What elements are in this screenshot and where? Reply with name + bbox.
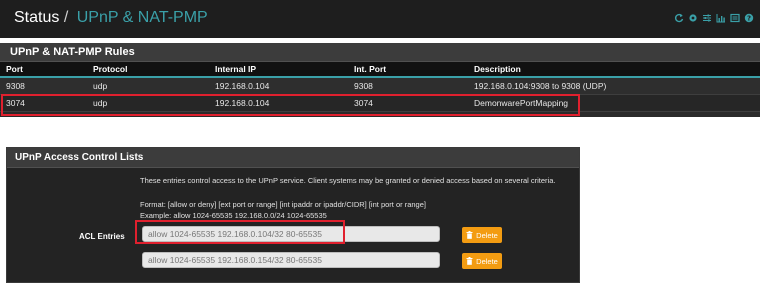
cell-protocol: udp — [87, 94, 209, 112]
delete-button-label: Delete — [476, 256, 498, 266]
table-row: 3074 udp 192.168.0.104 3074 DemonwarePor… — [0, 94, 760, 112]
col-port: Port — [0, 62, 87, 78]
cell-internal-ip: 192.168.0.104 — [209, 94, 348, 112]
list-icon[interactable] — [730, 13, 740, 23]
chart-icon[interactable] — [716, 13, 726, 23]
acl-format-help: Format: [allow or deny] [ext port or ran… — [140, 199, 426, 221]
acl-entry-input[interactable]: allow 1024-65535 192.168.0.104/32 80-655… — [142, 226, 440, 242]
acl-panel-title: UPnP Access Control Lists — [7, 148, 579, 168]
trash-icon — [466, 257, 473, 265]
breadcrumb: Status / UPnP & NAT-PMP — [14, 9, 208, 27]
acl-entries-label: ACL Entries — [79, 232, 125, 241]
cell-int-port: 3074 — [348, 94, 468, 112]
cell-int-port: 9308 — [348, 77, 468, 95]
sliders-icon[interactable] — [702, 13, 712, 23]
col-internal-ip: Internal IP — [209, 62, 348, 78]
delete-button-label: Delete — [476, 230, 498, 240]
col-protocol: Protocol — [87, 62, 209, 78]
rules-panel-title: UPnP & NAT-PMP Rules — [0, 43, 760, 62]
cell-internal-ip: 192.168.0.104 — [209, 77, 348, 95]
rules-header-row: Port Protocol Internal IP Int. Port Desc… — [0, 62, 760, 78]
col-int-port: Int. Port — [348, 62, 468, 78]
col-description: Description — [468, 62, 760, 78]
cell-port: 9308 — [0, 77, 87, 95]
acl-help-text: These entries control access to the UPnP… — [140, 176, 556, 185]
table-row: 9308 udp 192.168.0.104 9308 192.168.0.10… — [0, 77, 760, 95]
breadcrumb-section[interactable]: Status — [14, 9, 59, 26]
acl-example-text: Example: allow 1024-65535 192.168.0.0/24… — [140, 211, 327, 220]
help-icon[interactable]: ? — [744, 13, 754, 23]
acl-format-text: Format: [allow or deny] [ext port or ran… — [140, 200, 426, 209]
cell-description: DemonwarePortMapping — [468, 94, 760, 112]
cell-port: 3074 — [0, 94, 87, 112]
trash-icon — [466, 231, 473, 239]
delete-button[interactable]: Delete — [462, 227, 502, 243]
svg-text:?: ? — [747, 15, 751, 23]
breadcrumb-separator: / — [63, 9, 69, 26]
settings-icon[interactable] — [688, 13, 698, 23]
breadcrumb-current[interactable]: UPnP & NAT-PMP — [77, 9, 208, 26]
acl-entry-input[interactable]: allow 1024-65535 192.168.0.154/32 80-655… — [142, 252, 440, 268]
rules-table: Port Protocol Internal IP Int. Port Desc… — [0, 62, 760, 112]
refresh-icon[interactable] — [674, 13, 684, 23]
cell-description: 192.168.0.104:9308 to 9308 (UDP) — [468, 77, 760, 95]
toolbar-icons: ? — [674, 13, 754, 23]
cell-protocol: udp — [87, 77, 209, 95]
acl-panel: UPnP Access Control Lists These entries … — [6, 147, 580, 283]
delete-button[interactable]: Delete — [462, 253, 502, 269]
top-bar: Status / UPnP & NAT-PMP ? — [0, 0, 760, 38]
rules-panel: UPnP & NAT-PMP Rules Port Protocol Inter… — [0, 43, 760, 117]
